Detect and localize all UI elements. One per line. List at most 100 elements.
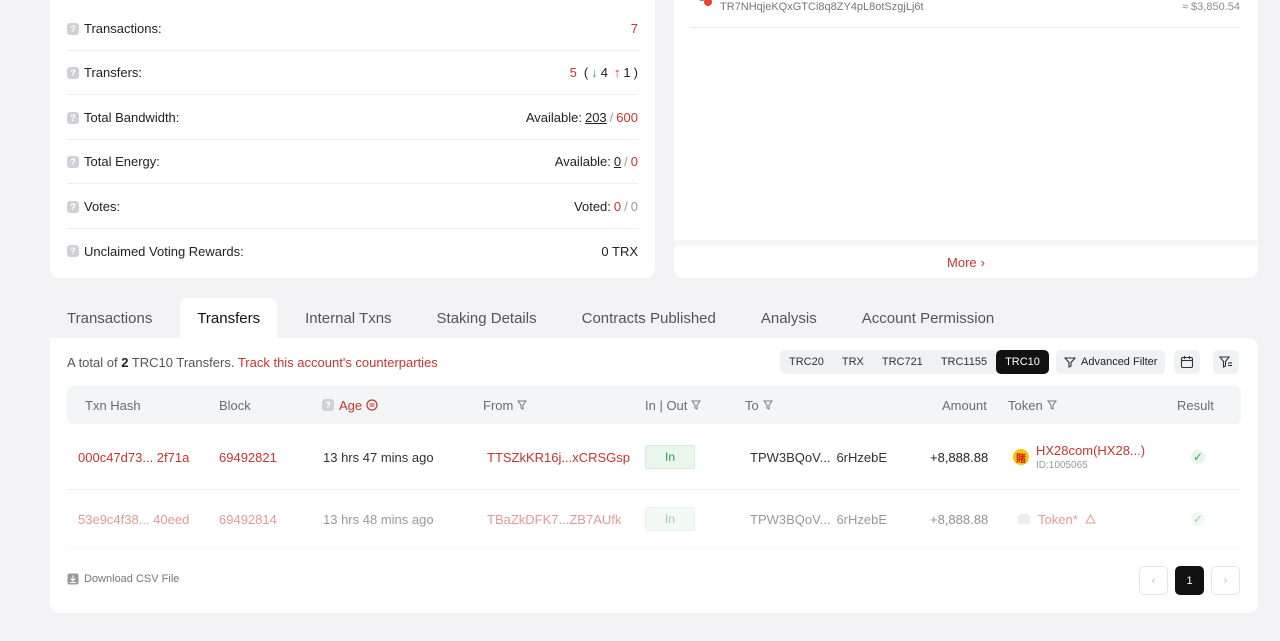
tab-internal-txns[interactable]: Internal Txns: [288, 298, 408, 338]
filter-icon[interactable]: [691, 400, 702, 410]
track-counterparties-link[interactable]: Track this account's counterparties: [238, 355, 438, 370]
help-icon[interactable]: ?: [322, 399, 334, 411]
filter-icon[interactable]: [1046, 400, 1057, 410]
chevron-left-icon: ‹: [1151, 574, 1156, 587]
token-cell[interactable]: Token*: [1017, 490, 1096, 548]
rewards-label: Unclaimed Voting Rewards:: [84, 243, 244, 259]
type-trc1155[interactable]: TRC1155: [932, 350, 996, 374]
download-csv-button[interactable]: Download CSV File: [67, 573, 179, 585]
holding-address[interactable]: TR7NHqjeKQxGTCi8q8ZY4pL8otSzgjLj6t: [720, 1, 924, 13]
type-trc10[interactable]: TRC10: [996, 350, 1049, 374]
col-token-label: Token: [1008, 397, 1043, 413]
token-icon: [699, 0, 712, 6]
transactions-count[interactable]: 7: [631, 21, 638, 36]
type-trc20[interactable]: TRC20: [780, 350, 833, 374]
to-address-start: TPW3BQoV...: [750, 449, 831, 465]
token-placeholder-icon: [1018, 513, 1030, 524]
transactions-row: ? Transactions: 7: [67, 7, 638, 51]
prev-page-button[interactable]: ‹: [1139, 566, 1168, 595]
arrow-down-icon: ↓: [591, 65, 598, 80]
page-number[interactable]: 1: [1175, 566, 1204, 595]
token-icon: 賭: [1013, 449, 1029, 465]
rewards-value: 0 TRX: [601, 243, 638, 259]
votes-sep: /: [624, 199, 628, 214]
col-from-label: From: [483, 397, 514, 413]
transfers-count: 5 ( ↓ 4 ↑ 1 ): [570, 65, 638, 80]
token-name[interactable]: HX28com(HX28...): [1036, 443, 1145, 458]
tab-account-permission[interactable]: Account Permission: [845, 298, 1012, 338]
paren-close: ): [633, 65, 638, 80]
transfers-out: 1: [623, 65, 631, 80]
help-icon[interactable]: ?: [67, 66, 79, 79]
votes-total: 0: [630, 199, 638, 214]
help-icon[interactable]: ?: [67, 111, 79, 124]
download-icon: [67, 573, 79, 585]
transfers-summary: A total of 2 TRC10 Transfers. Track this…: [67, 355, 438, 370]
rewards-row: ? Unclaimed Voting Rewards: 0 TRX: [67, 229, 638, 273]
col-to: To: [745, 386, 773, 424]
votes-prefix: Voted:: [574, 199, 611, 214]
type-trx[interactable]: TRX: [833, 350, 873, 374]
token-name[interactable]: Token*: [1038, 512, 1078, 527]
votes-row: ? Votes: Voted: 0 / 0: [67, 185, 638, 229]
col-token: Token: [1008, 386, 1057, 424]
amount: +8,888.88: [930, 449, 989, 465]
energy-available[interactable]: 0: [614, 154, 621, 169]
transfers-total[interactable]: 5: [570, 65, 577, 80]
summary-count: 2: [121, 355, 129, 370]
tab-contracts-published[interactable]: Contracts Published: [565, 298, 733, 338]
help-icon[interactable]: ?: [67, 155, 79, 168]
calendar-button[interactable]: [1174, 350, 1200, 374]
col-in-out: In | Out: [645, 386, 702, 424]
bandwidth-available[interactable]: 203: [585, 110, 607, 125]
advanced-filter-button[interactable]: Advanced Filter: [1056, 350, 1166, 374]
col-age-label: Age: [339, 397, 363, 413]
txn-hash[interactable]: 53e9c4f38... 40eed: [78, 490, 189, 548]
clear-filter-button[interactable]: [1213, 350, 1239, 374]
help-icon[interactable]: ?: [67, 22, 79, 35]
energy-total: 0: [630, 154, 638, 169]
more-button[interactable]: More ›: [674, 240, 1258, 278]
chevron-right-icon: ›: [980, 254, 985, 270]
table-row: 53e9c4f38... 40eed 69492814 13 hrs 48 mi…: [67, 490, 1241, 548]
in-badge: In: [645, 445, 695, 469]
from-address[interactable]: TTSZkKR16j...xCRSGsp: [487, 424, 630, 490]
age: 13 hrs 47 mins ago: [323, 449, 434, 465]
block-number[interactable]: 69492814: [219, 490, 277, 548]
tab-transactions[interactable]: Transactions: [50, 298, 169, 338]
filter-icon[interactable]: [762, 400, 773, 410]
tab-analysis[interactable]: Analysis: [744, 298, 834, 338]
type-trc721[interactable]: TRC721: [873, 350, 932, 374]
toggle-time-icon: [366, 399, 378, 411]
age: 13 hrs 48 mins ago: [323, 511, 434, 527]
holding-usd-value: ≈ $3,850.54: [1181, 1, 1240, 13]
tab-staking-details[interactable]: Staking Details: [420, 298, 554, 338]
tab-transfers[interactable]: Transfers: [180, 298, 278, 338]
holding-item[interactable]: TR7NHqjeKQxGTCi8q8ZY4pL8otSzgjLj6t ≈ $3,…: [690, 0, 1240, 28]
block-number[interactable]: 69492821: [219, 424, 277, 490]
token-cell[interactable]: 賭 HX28com(HX28...) ID:1005065: [1013, 424, 1145, 490]
table-row: 000c47d73... 2f71a 69492821 13 hrs 47 mi…: [67, 424, 1241, 490]
paren-open: (: [583, 65, 589, 80]
col-age[interactable]: ? Age: [322, 386, 378, 424]
token-type-selector: TRC20 TRX TRC721 TRC1155 TRC10: [780, 350, 1049, 374]
summary-suffix: TRC10 Transfers.: [131, 355, 235, 370]
bandwidth-total: 600: [616, 110, 638, 125]
warning-icon: [1084, 514, 1096, 524]
table-header: Txn Hash Block ? Age From In | Out To Am…: [67, 386, 1241, 424]
more-label: More: [947, 254, 977, 270]
filter-icon[interactable]: [517, 400, 528, 410]
bandwidth-sep: /: [609, 110, 614, 125]
filter-icon: [1064, 357, 1076, 368]
col-from: From: [483, 386, 528, 424]
col-amount: Amount: [942, 397, 987, 413]
help-icon[interactable]: ?: [67, 245, 79, 257]
txn-hash[interactable]: 000c47d73... 2f71a: [78, 424, 189, 490]
help-icon[interactable]: ?: [67, 200, 79, 213]
from-address[interactable]: TBaZkDFK7...ZB7AUfk: [487, 490, 621, 548]
next-page-button[interactable]: ›: [1211, 566, 1240, 595]
col-to-label: To: [745, 397, 759, 413]
chevron-right-icon: ›: [1223, 574, 1228, 587]
amount: +8,888.88: [930, 511, 989, 527]
col-result: Result: [1177, 397, 1214, 413]
